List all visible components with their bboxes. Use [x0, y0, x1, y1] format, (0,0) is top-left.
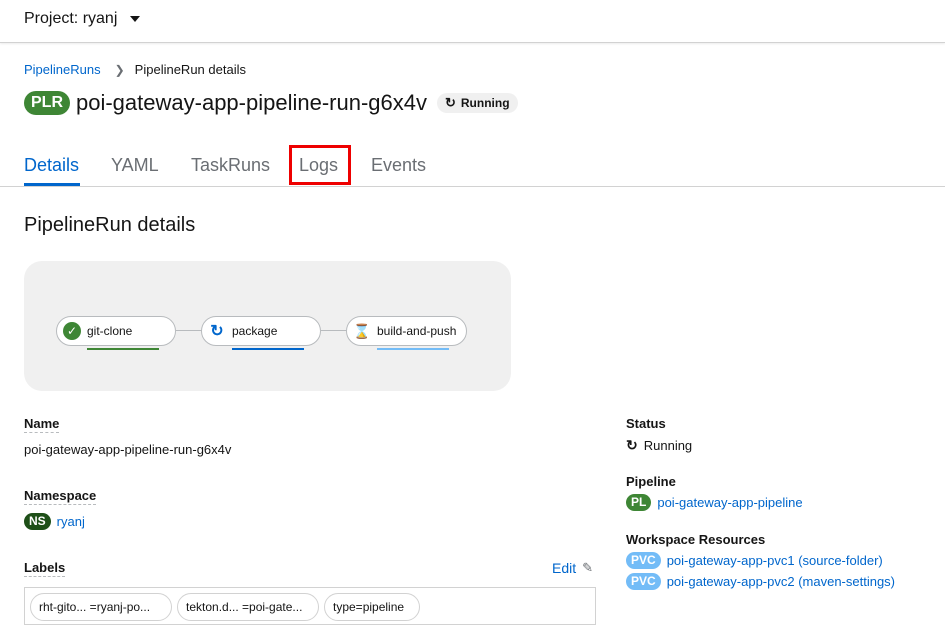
namespace-row: NS ryanj: [24, 513, 85, 530]
status-badge-label: Running: [460, 96, 510, 110]
breadcrumb: PipelineRuns ❯ PipelineRun details: [24, 62, 246, 77]
task-node-package[interactable]: ↻ package: [201, 316, 321, 350]
pencil-icon: ✎: [582, 560, 594, 575]
task-node-build-and-push[interactable]: ⌛ build-and-push: [346, 316, 467, 350]
label-chip[interactable]: rht-gito... =ryanj-po...: [30, 593, 172, 621]
sync-icon: ↻: [208, 322, 226, 340]
pipeline-graph: ✓ git-clone ↻ package ⌛ build-and-push: [24, 261, 511, 391]
check-circle-icon: ✓: [63, 322, 81, 340]
task-progress-bar: [232, 348, 304, 350]
namespace-label: Namespace: [24, 488, 97, 505]
pipeline-link[interactable]: poi-gateway-app-pipeline: [657, 495, 802, 510]
graph-connector: [176, 330, 202, 331]
task-progress-bar: [377, 348, 449, 350]
tab-events[interactable]: Events: [371, 155, 426, 176]
pvc-badge: PVC: [626, 552, 661, 569]
page-header: PLR poi-gateway-app-pipeline-run-g6x4v ↻…: [24, 90, 518, 116]
name-value: poi-gateway-app-pipeline-run-g6x4v: [24, 442, 232, 457]
name-label: Name: [24, 416, 60, 433]
workspace-row: PVC poi-gateway-app-pvc2 (maven-settings…: [626, 573, 895, 590]
edit-labels-button[interactable]: Edit ✎: [552, 560, 593, 576]
tab-yaml[interactable]: YAML: [111, 155, 159, 176]
pipeline-label: Pipeline: [626, 474, 676, 489]
namespace-badge: NS: [24, 513, 51, 530]
sync-icon: ↻: [626, 437, 638, 453]
task-node-label: package: [232, 324, 278, 338]
section-title: PipelineRun details: [24, 214, 196, 236]
status-row: ↻ Running: [626, 437, 692, 454]
chevron-right-icon: ❯: [114, 62, 125, 77]
workspace-resources-label: Workspace Resources: [626, 532, 766, 547]
namespace-link[interactable]: ryanj: [57, 514, 85, 529]
graph-connector: [321, 330, 347, 331]
edit-label: Edit: [552, 560, 577, 576]
tab-bar: Details YAML TaskRuns Logs Events: [0, 143, 945, 187]
pvc-badge: PVC: [626, 573, 661, 590]
task-node-label: git-clone: [87, 324, 133, 338]
labels-label: Labels: [24, 560, 66, 577]
breadcrumb-pipelineruns-link[interactable]: PipelineRuns: [24, 62, 101, 77]
workspace-row: PVC poi-gateway-app-pvc1 (source-folder): [626, 552, 883, 569]
task-node-git-clone[interactable]: ✓ git-clone: [56, 316, 176, 350]
tab-taskruns[interactable]: TaskRuns: [191, 155, 270, 176]
pipeline-row: PL poi-gateway-app-pipeline: [626, 494, 803, 511]
status-badge: ↻ Running: [436, 93, 518, 113]
resource-badge-plr: PLR: [24, 91, 70, 115]
label-chip[interactable]: tekton.d... =poi-gate...: [177, 593, 319, 621]
workspace-link-pvc2[interactable]: poi-gateway-app-pvc2 (maven-settings): [667, 574, 895, 589]
page-title: poi-gateway-app-pipeline-run-g6x4v: [76, 90, 427, 115]
workspace-link-pvc1[interactable]: poi-gateway-app-pvc1 (source-folder): [667, 553, 883, 568]
status-label: Status: [626, 416, 666, 431]
task-node-label: build-and-push: [377, 324, 457, 338]
top-bar: Project: ryanj: [0, 0, 945, 43]
project-selector-label: Project: ryanj: [24, 10, 118, 27]
active-tab-indicator: [24, 183, 80, 186]
sync-icon: ↻: [444, 95, 456, 110]
hourglass-icon: ⌛: [353, 322, 371, 340]
project-selector[interactable]: Project: ryanj: [24, 10, 141, 28]
label-chip[interactable]: type=pipeline: [324, 593, 420, 621]
task-progress-bar: [87, 348, 159, 350]
pipeline-badge: PL: [626, 494, 652, 511]
status-value: Running: [643, 438, 693, 453]
labels-container: rht-gito... =ryanj-po... tekton.d... =po…: [24, 587, 596, 625]
tab-details[interactable]: Details: [24, 155, 79, 176]
caret-down-icon: [130, 16, 141, 22]
breadcrumb-current: PipelineRun details: [134, 62, 246, 77]
logs-tab-highlight: [289, 145, 351, 185]
